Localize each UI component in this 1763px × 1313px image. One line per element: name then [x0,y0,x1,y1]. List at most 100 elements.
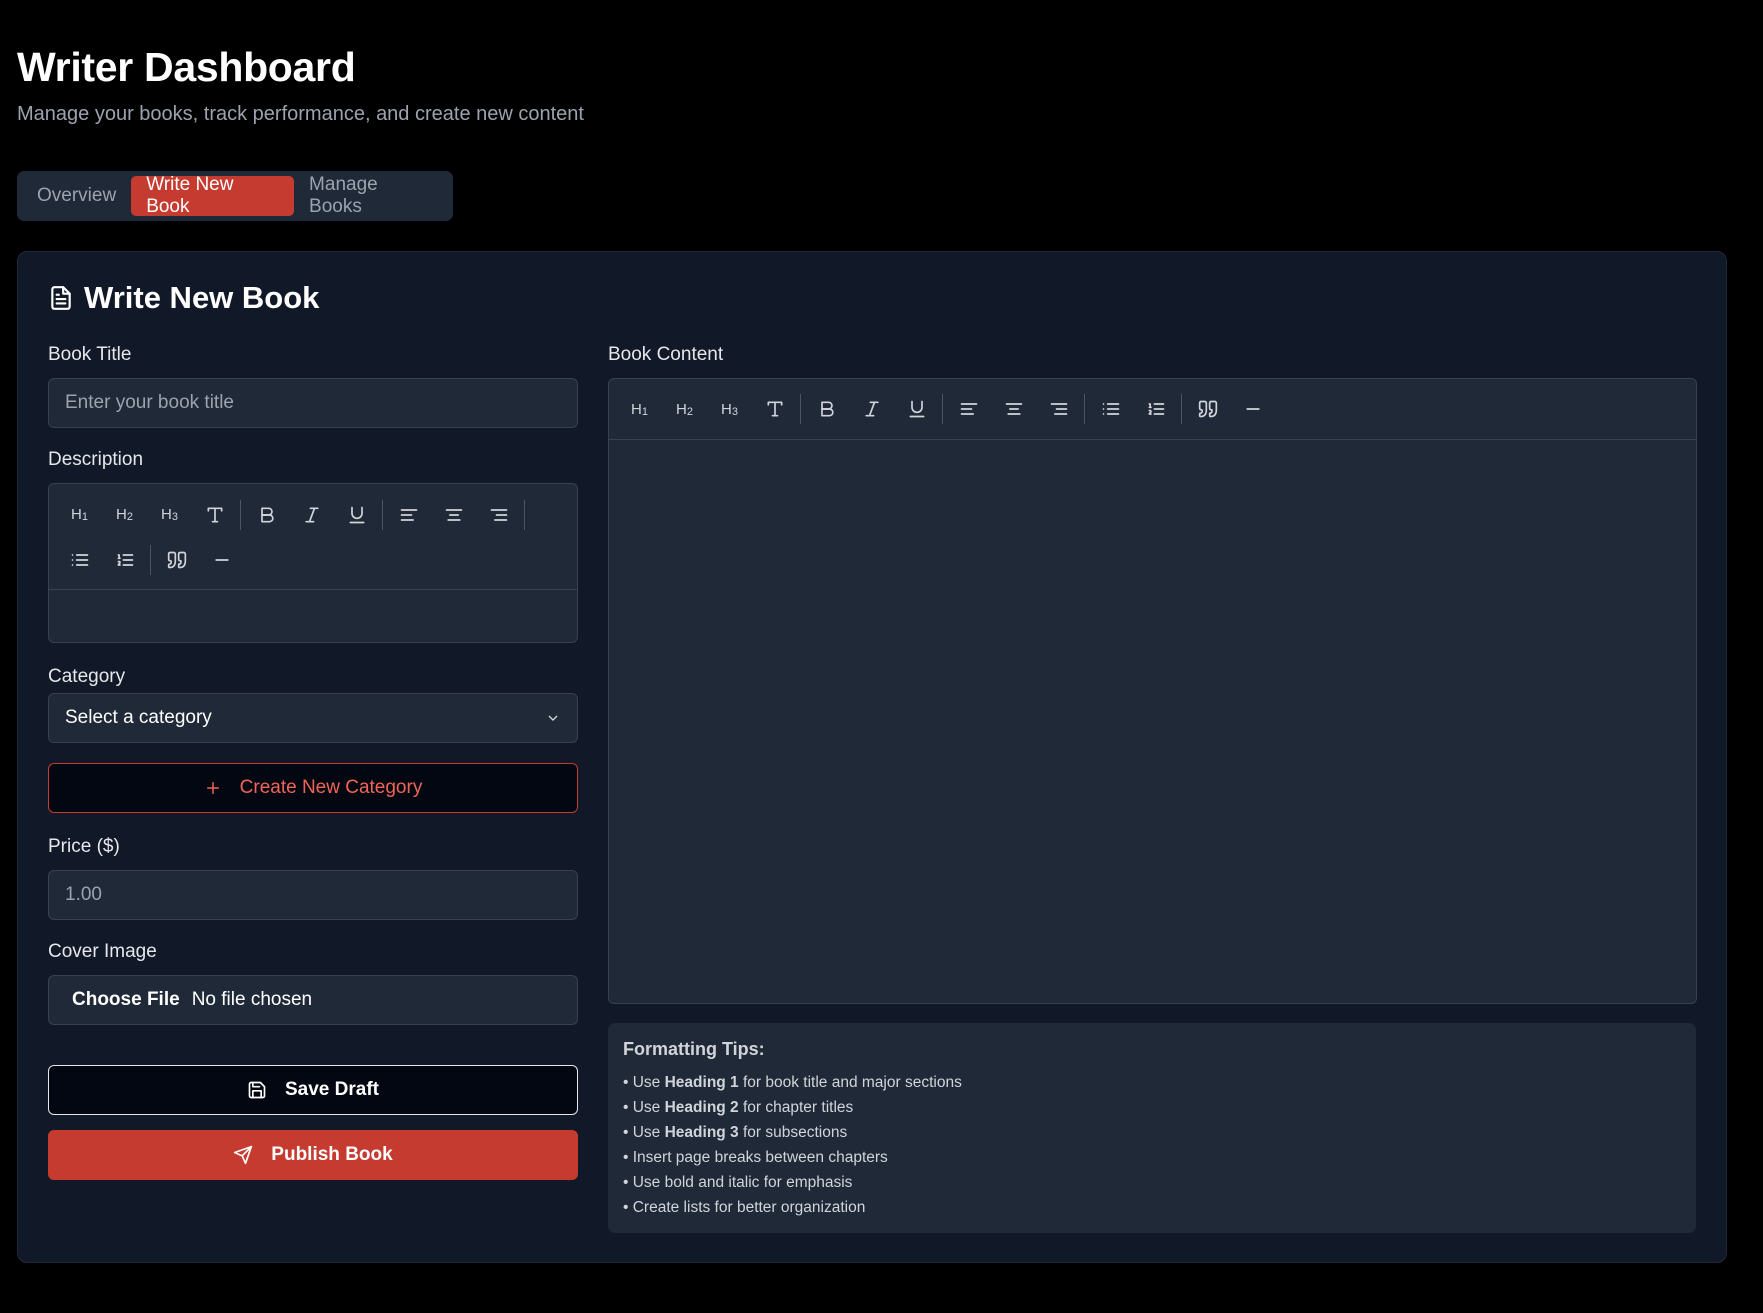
bullet-list-button[interactable] [1088,387,1133,432]
align-left-icon [400,508,417,521]
numbered-list-icon [117,553,133,566]
align-left-button[interactable] [386,492,431,537]
price-input[interactable] [48,870,578,920]
page-subtitle: Manage your books, track performance, an… [17,103,584,125]
heading1-button[interactable]: H1 [57,492,102,537]
save-draft-label: Save Draft [285,1079,379,1100]
type-icon [767,401,782,417]
quote-icon [1198,400,1217,418]
category-label: Category [48,666,126,687]
bullet-list-icon [71,553,88,566]
publish-book-label: Publish Book [271,1144,393,1165]
file-status: No file chosen [191,989,313,1010]
write-book-card: Write New Book Book Title Description H1… [17,251,1727,1263]
quote-icon [167,551,186,568]
cover-image-label: Cover Image [48,941,157,962]
chevron-down-icon [548,715,558,721]
book-content-editor: H1 H2 H3 [608,378,1697,1004]
text-type-button[interactable] [192,492,237,537]
italic-icon [864,401,879,417]
content-toolbar: H1 H2 H3 [609,379,1696,440]
description-label: Description [48,449,144,470]
bold-button[interactable] [804,387,849,432]
bold-icon [260,507,274,522]
tip-item: • Create lists for better organization [623,1199,866,1216]
align-right-icon [1050,403,1067,415]
tab-write-new-book[interactable]: Write New Book [131,174,295,217]
send-icon [234,1145,253,1165]
heading2-button[interactable]: H2 [662,387,707,432]
underline-button[interactable] [894,387,939,432]
quote-button[interactable] [154,537,199,582]
underline-icon [349,506,364,523]
plus-icon [206,782,219,794]
book-title-input[interactable] [48,378,578,428]
choose-file-button[interactable]: Choose File [72,989,180,1011]
underline-button[interactable] [334,492,379,537]
publish-book-button[interactable]: Publish Book [48,1130,578,1180]
heading1-button[interactable]: H1 [617,387,662,432]
horizontal-rule-button[interactable] [1230,387,1275,432]
toolbar-divider [150,544,151,575]
toolbar-divider [942,394,943,424]
heading3-button[interactable]: H3 [707,387,752,432]
align-left-icon [960,403,977,415]
minus-icon [1245,408,1260,410]
text-type-button[interactable] [752,387,797,432]
card-title-text: Write New Book [84,280,320,315]
save-draft-button[interactable]: Save Draft [48,1065,578,1115]
align-right-button[interactable] [476,492,521,537]
numbered-list-icon [1148,403,1164,415]
tip-item: • Insert page breaks between chapters [623,1149,888,1166]
category-select[interactable]: Select a category [48,693,578,743]
formatting-tips: Formatting Tips: • Use Heading 1 for boo… [608,1023,1696,1233]
numbered-list-button[interactable] [1133,387,1178,432]
align-left-button[interactable] [946,387,991,432]
minus-icon [214,558,229,561]
tab-overview[interactable]: Overview [22,176,131,216]
quote-button[interactable] [1185,387,1230,432]
italic-icon [304,507,319,522]
tab-bar: Overview Write New Book Manage Books [17,171,453,221]
save-icon [248,1081,266,1099]
create-category-button[interactable]: Create New Category [48,763,578,813]
toolbar-divider [1084,394,1085,424]
card-title: Write New Book [48,280,319,316]
toolbar-divider [524,499,525,530]
bold-icon [820,401,834,417]
bold-button[interactable] [244,492,289,537]
document-icon [51,286,71,310]
description-toolbar: H1 H2 H3 [49,484,577,590]
page-title: Writer Dashboard [17,44,356,90]
price-label: Price ($) [48,836,120,857]
heading3-button[interactable]: H3 [147,492,192,537]
align-right-button[interactable] [1036,387,1081,432]
bullet-list-icon [1102,403,1119,415]
toolbar-divider [382,499,383,530]
book-content-text-area[interactable] [609,440,1696,1003]
tip-item: • Use Heading 1 for book title and major… [623,1074,962,1091]
toolbar-divider [240,499,241,530]
description-text-area[interactable] [49,590,577,642]
tips-title: Formatting Tips: [623,1039,765,1059]
book-content-label: Book Content [608,344,724,365]
heading2-button[interactable]: H2 [102,492,147,537]
italic-button[interactable] [289,492,334,537]
tip-item: • Use Heading 3 for subsections [623,1124,848,1141]
type-icon [207,507,222,522]
numbered-list-button[interactable] [102,537,147,582]
align-center-button[interactable] [431,492,476,537]
toolbar-divider [1181,394,1182,424]
align-right-icon [490,508,507,521]
toolbar-divider [800,394,801,424]
horizontal-rule-button[interactable] [199,537,244,582]
bullet-list-button[interactable] [57,537,102,582]
cover-image-input: Choose File No file chosen [48,975,578,1025]
tip-item: • Use Heading 2 for chapter titles [623,1099,854,1116]
underline-icon [909,400,924,418]
align-center-icon [1005,403,1022,415]
align-center-button[interactable] [991,387,1036,432]
book-title-label: Book Title [48,344,132,365]
italic-button[interactable] [849,387,894,432]
tab-manage-books[interactable]: Manage Books [294,174,448,217]
